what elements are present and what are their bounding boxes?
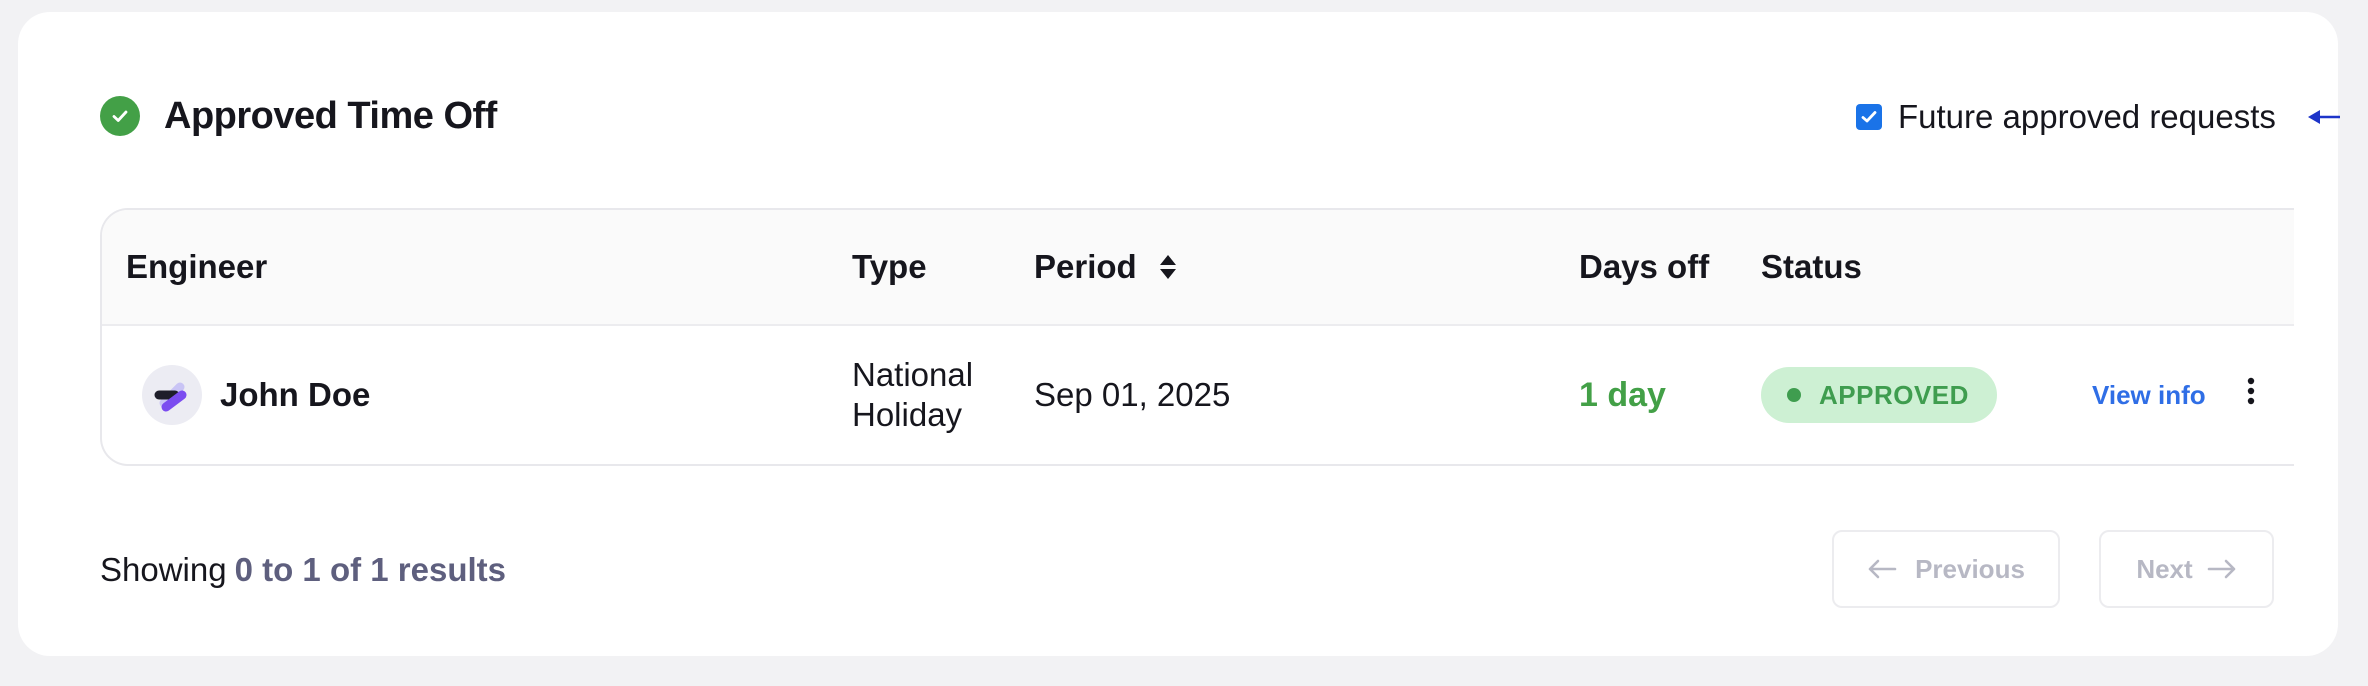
status-cell: APPROVED — [1761, 326, 1997, 464]
section-header: Approved Time Off — [100, 94, 497, 138]
approved-time-off-card: Approved Time Off Future approved reques… — [18, 12, 2340, 656]
next-button[interactable]: Next — [2099, 530, 2274, 608]
previous-button[interactable]: Previous — [1832, 530, 2060, 608]
section-title: Approved Time Off — [164, 94, 497, 137]
table-row: John Doe National Holiday Sep 01, 2025 1… — [102, 326, 2294, 464]
engineer-name: John Doe — [220, 376, 371, 413]
future-approved-toggle[interactable]: Future approved requests — [1856, 96, 2276, 138]
column-header-days-off: Days off — [1579, 248, 1710, 285]
column-header-status: Status — [1761, 248, 1862, 285]
engineer-logo-icon — [154, 382, 187, 412]
status-badge-label: APPROVED — [1819, 379, 1969, 410]
type-line-2: Holiday — [852, 396, 963, 433]
view-info-cell: View info — [2092, 326, 2206, 464]
time-off-table: Engineer Type Period Days off Status Joh… — [100, 208, 2294, 466]
column-header-period-label: Period — [1034, 248, 1137, 285]
previous-label: Previous — [1915, 553, 2025, 584]
avatar — [142, 365, 202, 425]
pagination-summary: Showing 0 to 1 of 1 results — [100, 546, 506, 594]
approved-check-icon — [100, 96, 140, 136]
annotation-arrow-icon — [2308, 110, 2340, 124]
table-header: Engineer Type Period Days off Status — [102, 210, 2294, 326]
arrow-left-icon — [1868, 559, 1897, 579]
period-cell: Sep 01, 2025 — [1034, 376, 1231, 413]
status-badge: APPROVED — [1761, 367, 1997, 423]
type-line-1: National — [852, 356, 974, 393]
column-header-engineer: Engineer — [126, 248, 268, 285]
future-approved-label: Future approved requests — [1898, 98, 2276, 135]
status-dot-icon — [1787, 388, 1801, 402]
future-approved-checkbox[interactable] — [1856, 104, 1882, 130]
sort-icon[interactable] — [1159, 254, 1177, 280]
arrow-right-icon — [2207, 559, 2235, 579]
view-info-link[interactable]: View info — [2092, 380, 2206, 411]
column-header-type: Type — [852, 248, 927, 285]
showing-range: 0 to 1 of 1 results — [234, 551, 507, 588]
more-cell — [2246, 326, 2256, 464]
days-off-value: 1 day — [1579, 375, 1666, 414]
type-cell: National Holiday — [852, 326, 973, 464]
next-label: Next — [2136, 553, 2193, 584]
column-header-period[interactable]: Period — [1034, 210, 1177, 324]
days-off-cell: 1 day — [1579, 326, 1666, 464]
showing-prefix: Showing — [100, 551, 227, 588]
engineer-cell: John Doe — [142, 326, 370, 464]
more-options-icon[interactable] — [2246, 376, 2256, 414]
